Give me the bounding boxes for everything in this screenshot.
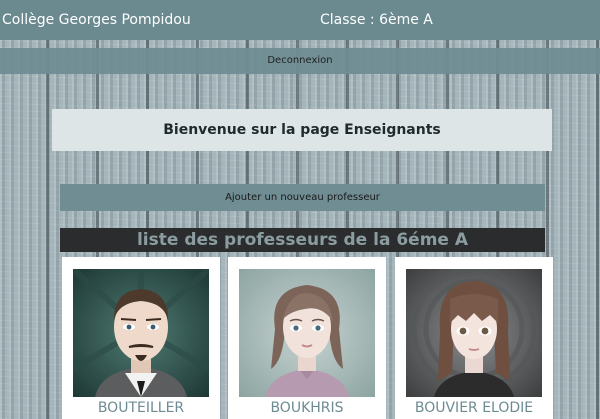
logout-button[interactable]: Deconnexion — [0, 48, 600, 74]
add-teacher-button[interactable]: Ajouter un nouveau professeur — [60, 184, 545, 211]
female-avatar-icon — [406, 269, 542, 397]
teachers-list-title: liste des professeurs de la 6éme A — [60, 228, 545, 252]
top-bar: Collège Georges Pompidou Classe : 6ème A — [0, 0, 600, 40]
school-name: Collège Georges Pompidou — [2, 12, 191, 28]
female-avatar-icon — [239, 269, 375, 397]
teacher-card-boukhris[interactable]: BOUKHRIS — [228, 257, 386, 419]
teacher-name: BOUKHRIS — [270, 400, 344, 416]
teacher-avatar — [239, 269, 375, 397]
class-label: Classe : 6ème A — [320, 12, 433, 28]
teacher-card-bouvier-elodie[interactable]: BOUVIER ELODIE — [395, 257, 553, 419]
teacher-name: BOUVIER ELODIE — [414, 400, 534, 416]
welcome-banner: Bienvenue sur la page Enseignants — [52, 109, 552, 151]
teacher-avatar — [73, 269, 209, 397]
male-avatar-icon — [73, 269, 209, 397]
teacher-card-bouteiller[interactable]: BOUTEILLER — [62, 257, 220, 419]
teacher-avatar — [406, 269, 542, 397]
teacher-name: BOUTEILLER — [97, 400, 185, 416]
